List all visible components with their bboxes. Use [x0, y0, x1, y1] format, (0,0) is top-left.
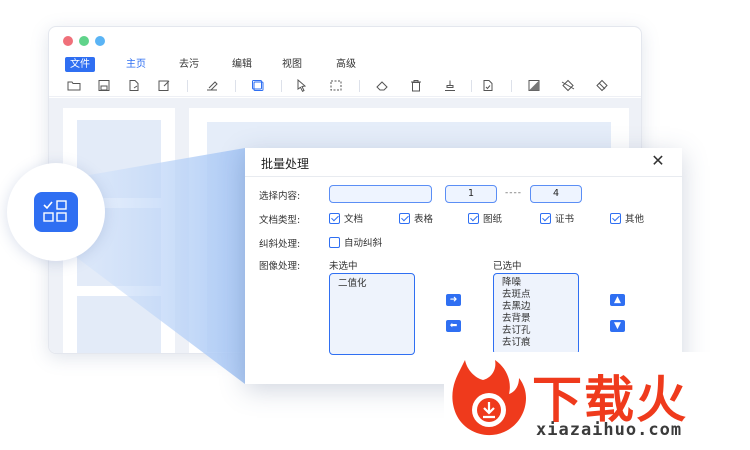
- move-down-button[interactable]: ▼: [610, 320, 625, 332]
- image-process-label: 图像处理:: [259, 261, 301, 272]
- list-item[interactable]: 去背景: [494, 313, 578, 325]
- checkbox-label: 文档: [344, 214, 364, 225]
- selected-label: 已选中: [493, 261, 522, 272]
- checkbox-label: 表格: [414, 214, 434, 225]
- range-from-input[interactable]: 1: [445, 185, 497, 203]
- selected-list[interactable]: 降噪 去斑点 去黑边 去背景 去订孔 去订痕: [493, 273, 579, 355]
- checkbox-box[interactable]: [399, 212, 410, 224]
- list-item[interactable]: 降噪: [494, 277, 578, 289]
- batch-process-dialog: 批量处理 ✕ 选择内容: 1 ---- 4 文档类型: 文档 表格 图纸 证书 …: [245, 148, 682, 384]
- checkbox-box[interactable]: [610, 212, 621, 224]
- checkbox-label: 其他: [625, 214, 645, 225]
- doc-type-certificate-checkbox[interactable]: 证书: [540, 211, 574, 225]
- list-item[interactable]: 去订痕: [494, 337, 578, 349]
- select-content-label: 选择内容:: [259, 191, 301, 202]
- list-item[interactable]: 去斑点: [494, 289, 578, 301]
- checkbox-label: 自动纠斜: [344, 238, 383, 249]
- list-item[interactable]: 二值化: [330, 278, 414, 290]
- checkbox-label: 证书: [555, 214, 575, 225]
- dialog-title: 批量处理: [261, 157, 310, 171]
- list-item[interactable]: 去黑边: [494, 301, 578, 313]
- checkbox-box[interactable]: [540, 212, 551, 224]
- range-to-input[interactable]: 4: [530, 185, 582, 203]
- list-item[interactable]: 去订孔: [494, 325, 578, 337]
- doc-type-other-checkbox[interactable]: 其他: [610, 211, 644, 225]
- move-up-button[interactable]: ▲: [610, 294, 625, 306]
- batch-process-icon: [34, 192, 78, 232]
- unselected-label: 未选中: [329, 261, 358, 272]
- doc-type-document-checkbox[interactable]: 文档: [329, 211, 363, 225]
- checkbox-box[interactable]: [329, 212, 340, 224]
- checkbox-label: 图纸: [483, 214, 503, 225]
- watermark-url: xiazaihuo.com: [536, 420, 683, 440]
- deskew-label: 纠斜处理:: [259, 239, 301, 250]
- move-left-button[interactable]: ⬅: [446, 320, 461, 332]
- doc-type-label: 文档类型:: [259, 215, 301, 226]
- close-icon[interactable]: ✕: [650, 152, 666, 170]
- checkbox-box[interactable]: [468, 212, 479, 224]
- dialog-divider: [245, 176, 682, 177]
- doc-type-table-checkbox[interactable]: 表格: [399, 211, 433, 225]
- move-right-button[interactable]: ➜: [446, 294, 461, 306]
- flame-logo-icon: [452, 360, 526, 436]
- range-separator: ----: [505, 188, 522, 198]
- doc-type-drawing-checkbox[interactable]: 图纸: [468, 211, 502, 225]
- unselected-list[interactable]: 二值化: [329, 273, 415, 355]
- checkbox-box[interactable]: [329, 236, 340, 248]
- select-content-input[interactable]: [329, 185, 432, 203]
- auto-deskew-checkbox[interactable]: 自动纠斜: [329, 235, 382, 249]
